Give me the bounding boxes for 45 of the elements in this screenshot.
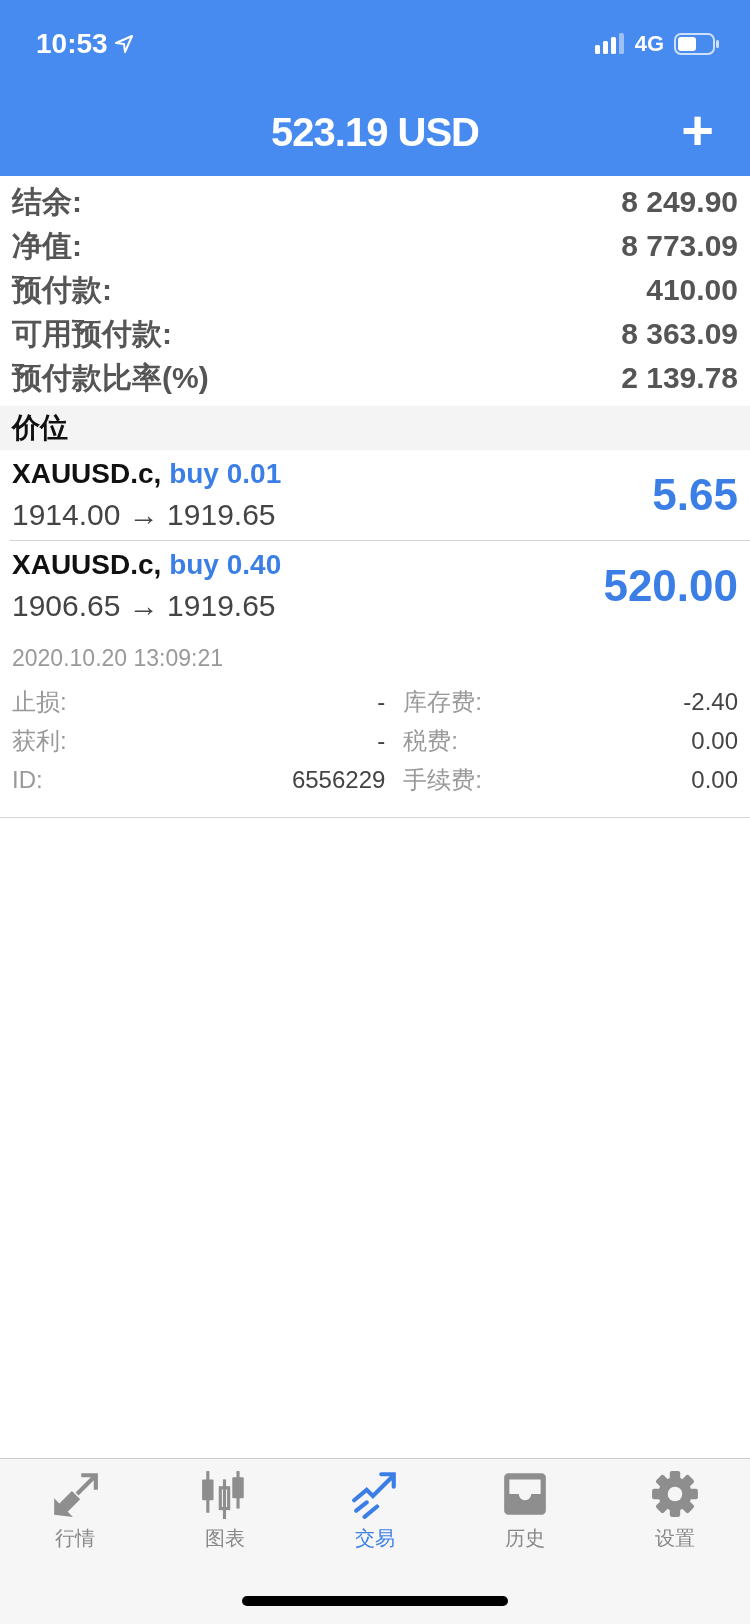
position-title: XAUUSD.c, buy 0.01 xyxy=(12,457,282,491)
price-change: 1914.00 → 1919.65 xyxy=(12,497,277,533)
position-row[interactable]: XAUUSD.c, buy 0.40 1906.65 → 1919.65 520.00 2020.10.20 13:09:21 止损: - 库存费: -2.40 获利: - 税费: 0.00 ID: 6556229 手续费: 0.00 xyxy=(0,541,750,818)
summary-label: 预付款比率(%) xyxy=(12,359,209,396)
summary-value: 8 773.09 xyxy=(621,229,738,263)
summary-label: 净值: xyxy=(12,227,82,264)
location-icon xyxy=(113,34,134,54)
status-time: 10:53 xyxy=(36,28,108,60)
summary-value: 8 249.90 xyxy=(621,185,738,219)
settings-icon xyxy=(650,1469,700,1519)
detail-label: ID: xyxy=(12,765,44,795)
summary-label: 预付款: xyxy=(12,271,112,308)
tab[interactable]: 图表 xyxy=(150,1469,300,1552)
summary-label: 可用预付款: xyxy=(12,315,172,352)
detail-value: 0.00 xyxy=(690,726,738,756)
summary-value: 8 363.09 xyxy=(621,317,738,351)
detail-label: 手续费: xyxy=(403,765,484,795)
open-time: 2020.10.20 13:09:21 xyxy=(12,645,225,672)
position-title: XAUUSD.c, buy 0.40 xyxy=(12,548,282,582)
detail-value: 6556229 xyxy=(291,765,386,795)
price-change: 1906.65 → 1919.65 xyxy=(12,588,277,624)
detail-label: 税费: xyxy=(403,726,460,756)
summary-label: 结余: xyxy=(12,183,82,220)
summary-value: 410.00 xyxy=(646,273,738,307)
section-header: 价位 xyxy=(0,406,750,450)
summary-value: 2 139.78 xyxy=(621,361,738,395)
detail-label: 获利: xyxy=(12,726,68,756)
profit-value: 520.00 xyxy=(603,561,738,611)
add-button[interactable]: + xyxy=(681,102,714,158)
tab[interactable]: 行情 xyxy=(0,1469,150,1552)
tab[interactable]: 历史 xyxy=(450,1469,600,1552)
tab[interactable]: 交易 xyxy=(300,1469,450,1552)
tab[interactable]: 设置 xyxy=(600,1469,750,1552)
detail-value: - xyxy=(376,687,386,717)
detail-label: 止损: xyxy=(12,687,68,717)
detail-label: 库存费: xyxy=(403,687,484,717)
detail-value: - xyxy=(376,726,386,756)
profit-value: 5.65 xyxy=(652,470,738,520)
detail-value: 0.00 xyxy=(690,765,738,795)
balance-title: 523.19 USD xyxy=(271,109,479,155)
battery-icon xyxy=(674,33,720,55)
network-label: 4G xyxy=(634,31,664,57)
position-row[interactable]: XAUUSD.c, buy 0.01 1914.00 → 1919.65 5.65 xyxy=(10,450,750,541)
signal-icon xyxy=(594,33,625,55)
detail-value: -2.40 xyxy=(683,687,738,717)
